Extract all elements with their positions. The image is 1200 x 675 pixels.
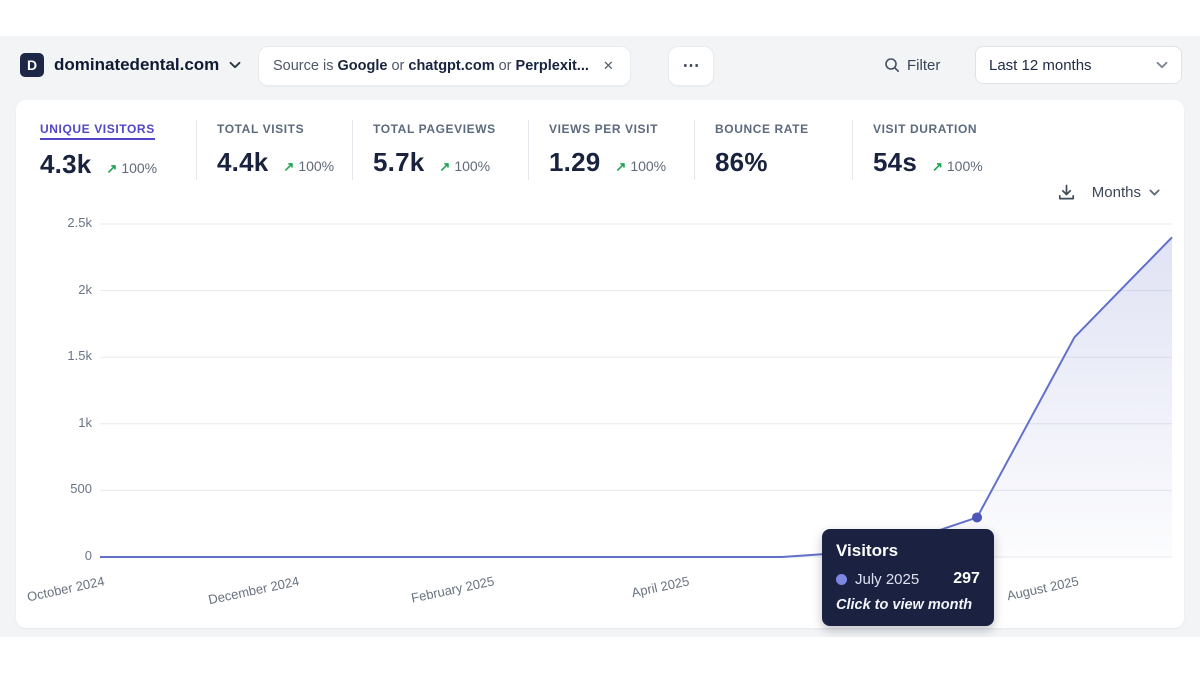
filter-chip-segment: chatgpt.com xyxy=(408,58,494,74)
visitors-area-fill xyxy=(100,237,1172,557)
y-tick-label: 0 xyxy=(20,548,92,563)
stat-unique-visitors[interactable]: UNIQUE VISITORS 4.3k ↗100% xyxy=(40,120,196,180)
tooltip-title: Visitors xyxy=(836,541,980,561)
stat-change: ↗100% xyxy=(283,158,334,175)
trend-up-icon: ↗ xyxy=(283,159,294,175)
filter-chip-segment: Perplexit... xyxy=(516,58,589,74)
chevron-down-icon xyxy=(229,61,241,69)
stat-change-value: 100% xyxy=(454,158,490,174)
y-tick-label: 2.5k xyxy=(20,215,92,230)
stat-label: TOTAL VISITS xyxy=(217,122,304,136)
stat-value: 4.3k xyxy=(40,149,91,180)
y-tick-label: 500 xyxy=(20,481,92,496)
granularity-label: Months xyxy=(1092,184,1141,201)
trend-up-icon: ↗ xyxy=(932,159,943,175)
stat-change: ↗100% xyxy=(106,160,157,177)
stat-views-per-visit[interactable]: VIEWS PER VISIT 1.29 ↗100% xyxy=(528,120,694,180)
visitors-chart[interactable] xyxy=(95,218,1180,568)
stat-change-value: 100% xyxy=(630,158,666,174)
site-selector[interactable]: D dominatedental.com xyxy=(20,46,241,84)
granularity-select[interactable]: Months xyxy=(1092,184,1160,201)
series-dot-icon xyxy=(836,574,847,585)
tooltip-series-row: July 2025 297 xyxy=(836,570,980,588)
chevron-down-icon xyxy=(1149,189,1160,196)
stat-bounce-rate[interactable]: BOUNCE RATE 86% xyxy=(694,120,852,180)
chart-controls: Months xyxy=(1057,183,1160,202)
tooltip-hint: Click to view month xyxy=(836,597,980,613)
ellipsis-icon: ⋯ xyxy=(683,56,700,76)
chevron-down-icon xyxy=(1156,61,1168,69)
y-tick-label: 1.5k xyxy=(20,348,92,363)
filter-chip-segment: or xyxy=(495,58,516,74)
stat-total-pageviews[interactable]: TOTAL PAGEVIEWS 5.7k ↗100% xyxy=(352,120,528,180)
y-tick-label: 1k xyxy=(20,415,92,430)
hovered-point-dot[interactable] xyxy=(972,512,982,522)
stat-value: 86% xyxy=(715,147,768,178)
search-icon xyxy=(884,57,900,73)
stat-change-value: 100% xyxy=(947,158,983,174)
filter-chip-segment: or xyxy=(387,58,408,74)
tooltip-month-label: July 2025 xyxy=(855,571,919,588)
stat-change: ↗100% xyxy=(615,158,666,175)
date-range-value: Last 12 months xyxy=(989,57,1092,74)
analytics-dashboard: D dominatedental.com Source is Google or… xyxy=(0,0,1200,675)
stat-change-value: 100% xyxy=(121,160,157,176)
stat-label: VIEWS PER VISIT xyxy=(549,122,658,136)
stat-value: 54s xyxy=(873,147,917,178)
stat-label: VISIT DURATION xyxy=(873,122,977,136)
filter-label: Filter xyxy=(907,57,940,74)
remove-filter-icon[interactable]: ✕ xyxy=(601,56,616,76)
trend-up-icon: ↗ xyxy=(439,159,450,175)
filter-chip-segment: Google xyxy=(337,58,387,74)
stats-row: UNIQUE VISITORS4.3k↗100%TOTAL VISITS4.4k… xyxy=(40,120,1052,180)
y-tick-label: 2k xyxy=(20,282,92,297)
filter-chip-segment: Source is xyxy=(273,58,337,74)
download-icon[interactable] xyxy=(1057,183,1076,202)
site-logo: D xyxy=(20,53,44,77)
stat-label: BOUNCE RATE xyxy=(715,122,809,136)
filter-button[interactable]: Filter xyxy=(884,46,940,84)
trend-up-icon: ↗ xyxy=(106,161,117,177)
site-domain: dominatedental.com xyxy=(54,55,219,75)
more-options-button[interactable]: ⋯ xyxy=(668,46,714,86)
stat-value: 5.7k xyxy=(373,147,424,178)
date-range-select[interactable]: Last 12 months xyxy=(975,46,1182,84)
active-filter-chip[interactable]: Source is Google or chatgpt.com or Perpl… xyxy=(258,46,631,86)
stat-change-value: 100% xyxy=(298,158,334,174)
stat-value: 1.29 xyxy=(549,147,600,178)
tooltip-value: 297 xyxy=(927,570,980,588)
stat-visit-duration[interactable]: VISIT DURATION 54s ↗100% xyxy=(852,120,1052,180)
stat-total-visits[interactable]: TOTAL VISITS 4.4k ↗100% xyxy=(196,120,352,180)
filter-chip-text: Source is Google or chatgpt.com or Perpl… xyxy=(273,58,589,74)
chart-tooltip[interactable]: Visitors July 2025 297 Click to view mon… xyxy=(822,529,994,626)
site-logo-letter: D xyxy=(27,57,37,73)
trend-up-icon: ↗ xyxy=(615,159,626,175)
stat-value: 4.4k xyxy=(217,147,268,178)
stat-change: ↗100% xyxy=(439,158,490,175)
stat-change: ↗100% xyxy=(932,158,983,175)
stat-label: UNIQUE VISITORS xyxy=(40,122,155,140)
stat-label: TOTAL PAGEVIEWS xyxy=(373,122,496,136)
